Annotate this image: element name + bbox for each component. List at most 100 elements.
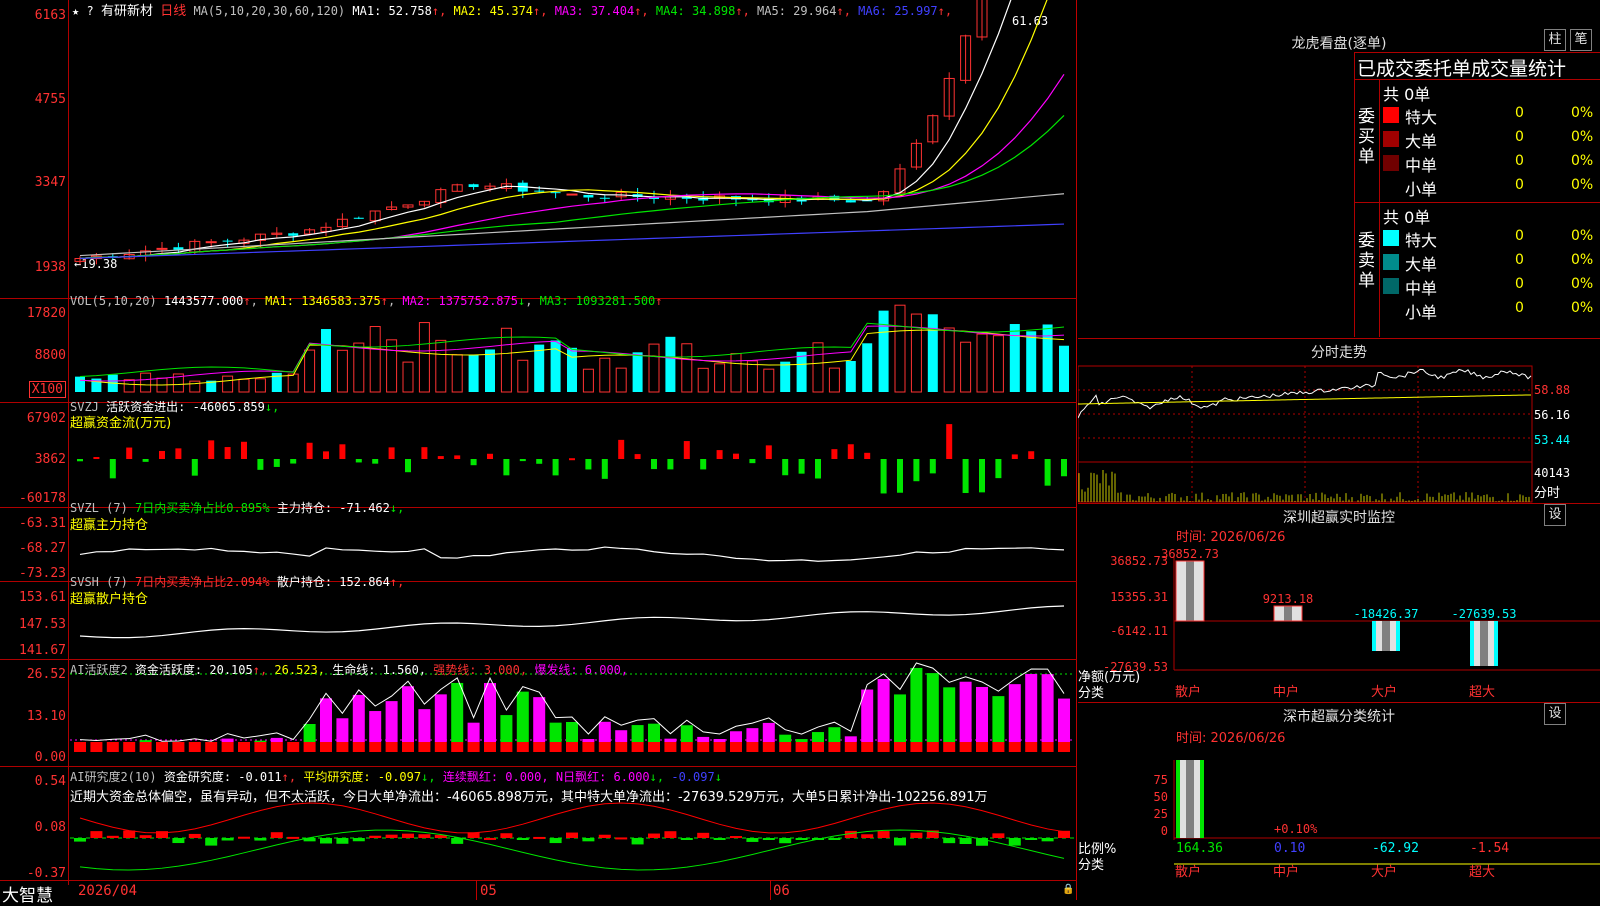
volume-bar bbox=[517, 359, 529, 393]
sell-row-count: 0 bbox=[1515, 252, 1524, 268]
ai-bar bbox=[730, 731, 742, 742]
sz-monitor-title: 深圳超赢实时监控 bbox=[1283, 510, 1395, 526]
bar-edge bbox=[1470, 621, 1474, 666]
ai-bar bbox=[139, 740, 152, 742]
volume-bars bbox=[75, 304, 1069, 393]
ai-bar bbox=[680, 725, 693, 742]
research-bar bbox=[90, 831, 103, 838]
svzj-bar bbox=[651, 459, 657, 470]
kline-chart[interactable] bbox=[0, 0, 1077, 900]
volume-bar bbox=[828, 367, 840, 393]
sz-class-bar-value: 164.36 bbox=[1176, 841, 1223, 856]
ai-bar-base bbox=[680, 742, 693, 752]
ai-bar-base bbox=[861, 742, 874, 752]
sell-row-count: 0 bbox=[1515, 228, 1524, 244]
research-bar bbox=[582, 838, 595, 842]
color-swatch bbox=[1383, 302, 1399, 318]
volume-bar bbox=[697, 367, 709, 393]
ai-bar-base bbox=[369, 742, 382, 752]
bar-mode-button[interactable]: 柱 bbox=[1544, 29, 1566, 51]
ai-bar bbox=[959, 681, 972, 742]
volume-bar bbox=[451, 354, 463, 393]
research-bar bbox=[123, 830, 136, 838]
sz-class-settings-button[interactable]: 设 bbox=[1544, 703, 1566, 725]
date-label-apr: 2026/04 bbox=[78, 883, 138, 899]
sz-class-chart[interactable]: 75 50 25 0 164.36 散户 0.10 中户 -62.92 大户 -1.54 超大 bbox=[1078, 742, 1600, 900]
buy-row-count: 0 bbox=[1515, 177, 1524, 193]
intraday-volume bbox=[1078, 469, 1530, 502]
volume-bar bbox=[140, 372, 152, 393]
ai-bar-base bbox=[812, 742, 824, 752]
ai-bar-base bbox=[434, 742, 447, 752]
research-bar bbox=[106, 835, 119, 838]
sz-class-cat-label: 超大 bbox=[1469, 865, 1495, 880]
intraday-chart[interactable] bbox=[1078, 362, 1600, 504]
research-bar bbox=[418, 834, 431, 838]
lock-icon[interactable]: 🔒 bbox=[1062, 884, 1074, 895]
research-bar bbox=[451, 838, 464, 844]
ai-bar bbox=[385, 701, 398, 742]
ai-bar-base bbox=[467, 742, 480, 752]
ai-bar-base bbox=[549, 742, 562, 752]
bar-shade bbox=[1382, 621, 1390, 651]
ai-bar-base bbox=[205, 742, 218, 752]
ai-bar bbox=[877, 678, 890, 742]
research-bar bbox=[598, 834, 611, 838]
buy-row-count: 0 bbox=[1515, 105, 1524, 121]
svzj-bar bbox=[1011, 454, 1018, 459]
buy-row: 小单 0 0% bbox=[1381, 175, 1593, 199]
chart-area[interactable]: 6163 4755 3347 1938 17820 8800 X100 6790… bbox=[0, 0, 1077, 906]
svzj-bar bbox=[618, 439, 625, 459]
svzj-bar bbox=[323, 451, 329, 459]
svzj-bar bbox=[897, 459, 903, 493]
sz-monitor-settings-button[interactable]: 设 bbox=[1544, 504, 1566, 526]
volume-bar bbox=[878, 310, 889, 392]
sz-monitor-bar-value: -18426.37 bbox=[1353, 607, 1418, 621]
sz-class-axis-tick: 25 bbox=[1154, 807, 1168, 821]
buy-total: 共 0单 bbox=[1383, 85, 1431, 104]
ma-line-4 bbox=[79, 114, 1065, 260]
research-bar bbox=[566, 832, 578, 838]
ai-bar bbox=[1058, 698, 1070, 742]
volume-bar bbox=[485, 349, 495, 392]
buy-row-pct: 0% bbox=[1571, 129, 1594, 145]
volume-bar bbox=[369, 326, 381, 393]
research-bar bbox=[730, 836, 742, 839]
intraday-axis-mid: 56.16 bbox=[1534, 408, 1571, 422]
ai-bar bbox=[664, 738, 677, 742]
research-bar bbox=[992, 833, 1005, 838]
sz-monitor-chart[interactable]: 36852.73 15355.31 -6142.11 -27639.53 36852.7… bbox=[1078, 540, 1600, 700]
ai-bar bbox=[369, 711, 382, 742]
right-panel: 龙虎看盘(逐单) 柱 笔 已成交委托单成交量统计 委买单 委卖单 共 0单 共 … bbox=[1078, 0, 1600, 900]
candle-body bbox=[845, 200, 856, 203]
research-bar bbox=[828, 838, 841, 840]
svsh-line bbox=[79, 605, 1065, 639]
ai-bar-base bbox=[615, 742, 628, 752]
research-bar bbox=[270, 832, 283, 838]
research-bar bbox=[221, 838, 234, 841]
svzj-bar bbox=[683, 441, 690, 459]
svzj-bar bbox=[175, 448, 182, 459]
sz-monitor-axis-tick: -6142.11 bbox=[1110, 624, 1168, 638]
sz-class-note: +0.10% bbox=[1274, 822, 1318, 836]
volume-bar bbox=[189, 380, 201, 393]
ai-bar bbox=[615, 730, 628, 742]
research-bar bbox=[795, 838, 808, 840]
tick-mode-button[interactable]: 笔 bbox=[1570, 29, 1592, 51]
sell-row-count: 0 bbox=[1515, 300, 1524, 316]
order-stats-box: 已成交委托单成交量统计 委买单 委卖单 共 0单 共 0单 特大 0 0% 大单 0 0%… bbox=[1354, 52, 1600, 337]
svzj-bar bbox=[765, 445, 772, 459]
ai-bar bbox=[812, 732, 824, 742]
ai-bar bbox=[992, 696, 1005, 742]
research-bar bbox=[254, 838, 267, 841]
volume-bar bbox=[304, 349, 316, 393]
ai-bar bbox=[303, 724, 316, 742]
buy-row-name: 大单 bbox=[1405, 132, 1438, 151]
ai-bar bbox=[336, 718, 349, 742]
ai-bar-base bbox=[238, 742, 250, 752]
volume-bar bbox=[222, 375, 234, 393]
lhb-title: 龙虎看盘(逐单) bbox=[1291, 36, 1387, 52]
research-bar bbox=[631, 838, 644, 845]
buy-row-name: 中单 bbox=[1405, 156, 1438, 175]
volume-bar bbox=[123, 379, 135, 393]
